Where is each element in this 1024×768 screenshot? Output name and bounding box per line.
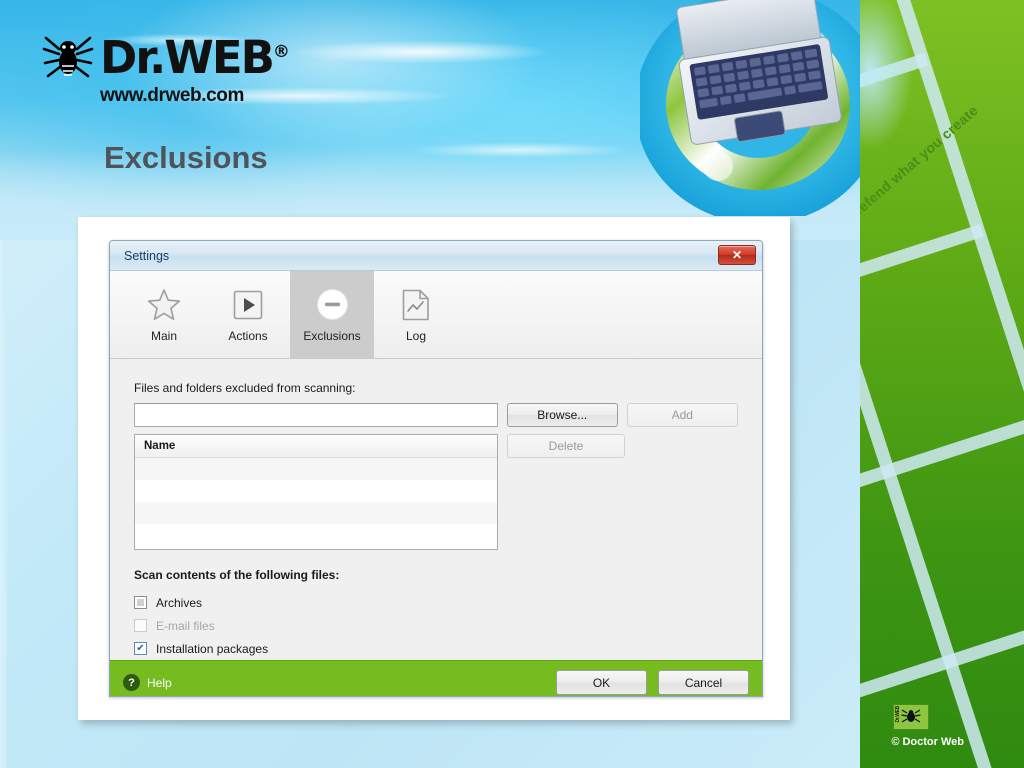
logo-registered-mark: ®	[272, 41, 290, 62]
settings-dialog: Settings ✕ Main Actions Exclusions Log F…	[109, 240, 763, 697]
list-item	[135, 524, 497, 546]
green-side-panel: Defend what you create	[860, 0, 1024, 768]
page-title: Exclusions	[104, 140, 268, 175]
laptop-lifering-illustration	[635, 0, 885, 224]
exclusion-list-row: Name Delete	[134, 434, 738, 550]
checkbox-installation-packages-label: Installation packages	[156, 641, 269, 656]
document-chart-icon	[398, 287, 434, 323]
checkbox-installation-packages[interactable]: Installation packages	[134, 637, 738, 660]
tab-log-label: Log	[405, 328, 427, 343]
presentation-slide: Defend what you create Dr.WEB © Doctor W…	[0, 0, 1024, 768]
exclusion-path-input[interactable]	[134, 403, 498, 427]
tab-actions-label: Actions	[228, 328, 268, 343]
doctor-web-spider-logo: Dr.WEB	[893, 704, 930, 730]
dialog-footer: ? Help OK Cancel	[110, 660, 762, 696]
tab-log[interactable]: Log	[374, 271, 458, 358]
star-icon	[146, 287, 182, 323]
ok-button[interactable]: OK	[556, 670, 647, 695]
tab-main[interactable]: Main	[122, 271, 206, 358]
tab-exclusions-label: Exclusions	[303, 328, 361, 343]
tab-actions[interactable]: Actions	[206, 271, 290, 358]
list-item	[135, 480, 497, 502]
checkbox-email-files-label: E-mail files	[156, 618, 215, 633]
logo-brand-text: Dr.WEB	[100, 30, 275, 84]
copyright-block: Dr.WEB © Doctor Web	[891, 704, 964, 748]
play-square-icon	[230, 287, 266, 323]
list-column-header-name: Name	[135, 435, 497, 458]
close-icon[interactable]: ✕	[718, 245, 756, 265]
logo-website-url: www.drweb.com	[100, 85, 245, 106]
spider-logo-icon	[42, 36, 94, 78]
checkbox-installation-packages-box[interactable]	[134, 642, 147, 655]
copyright-text: © Doctor Web	[891, 736, 964, 748]
question-mark-icon: ?	[123, 674, 140, 691]
checkbox-archives-box[interactable]	[134, 596, 147, 609]
footer-buttons: OK Cancel	[556, 670, 749, 695]
tab-exclusions[interactable]: Exclusions	[290, 271, 374, 358]
checkbox-email-files-box	[134, 619, 147, 632]
drweb-logo: Dr.WEB® www.drweb.com	[42, 32, 290, 107]
spider-glyph	[901, 709, 921, 723]
add-button[interactable]: Add	[626, 403, 738, 427]
delete-button[interactable]: Delete	[507, 434, 625, 458]
help-link[interactable]: ? Help	[123, 674, 172, 691]
exclusions-listbox[interactable]: Name	[134, 434, 498, 550]
browse-button[interactable]: Browse...	[507, 403, 618, 427]
list-item	[135, 502, 497, 524]
exclusions-label: Files and folders excluded from scanning…	[134, 381, 356, 395]
dialog-title: Settings	[124, 248, 170, 263]
tab-main-label: Main	[150, 328, 177, 343]
help-label: Help	[147, 675, 172, 690]
dialog-titlebar: Settings ✕	[110, 241, 762, 271]
logo-vertical-text: Dr.WEB	[895, 706, 902, 723]
cancel-button[interactable]: Cancel	[658, 670, 749, 695]
checkbox-archives[interactable]: Archives	[134, 591, 738, 614]
logo-wordmark: Dr.WEB®	[100, 35, 290, 80]
minus-circle-icon	[314, 287, 350, 323]
checkbox-archives-label: Archives	[156, 595, 203, 610]
dialog-toolbar: Main Actions Exclusions Log	[110, 271, 762, 359]
dialog-body: Files and folders excluded from scanning…	[110, 359, 762, 660]
checkbox-email-files: E-mail files	[134, 614, 738, 637]
list-body	[135, 458, 497, 549]
scan-contents-label: Scan contents of the following files:	[134, 568, 340, 582]
exclusion-input-row: Browse... Add	[134, 403, 738, 427]
list-item	[135, 458, 497, 480]
